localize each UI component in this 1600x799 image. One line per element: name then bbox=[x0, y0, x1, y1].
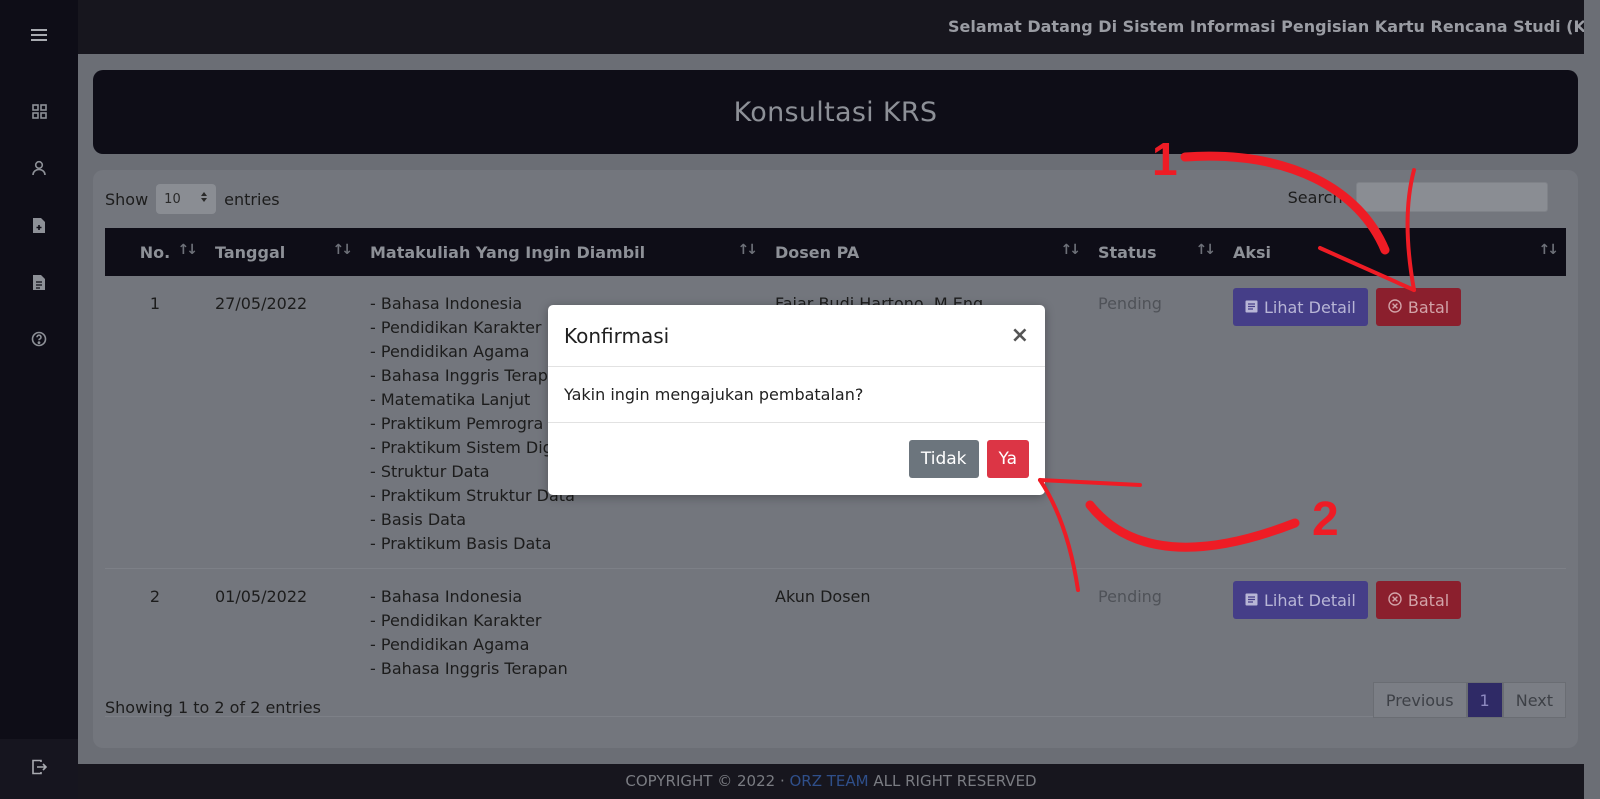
cell-status: Pending bbox=[1098, 587, 1162, 606]
col-header-dosen[interactable]: Dosen PA ↑↓ bbox=[765, 228, 1088, 276]
col-header-tanggal[interactable]: Tanggal ↑↓ bbox=[205, 228, 360, 276]
ya-button[interactable]: Ya bbox=[986, 440, 1029, 478]
close-icon[interactable]: × bbox=[1011, 323, 1029, 348]
pagination-previous[interactable]: Previous bbox=[1372, 682, 1467, 718]
page-header: Konsultasi KRS bbox=[93, 70, 1578, 154]
modal-header: Konfirmasi × bbox=[548, 305, 1045, 367]
entries-select[interactable]: 10 bbox=[156, 184, 217, 214]
sort-icon: ↑↓ bbox=[1195, 242, 1217, 258]
sort-icon: ↑↓ bbox=[737, 242, 759, 258]
document-icon bbox=[1245, 298, 1258, 317]
entries-select-value: 10 bbox=[164, 191, 181, 207]
logout-button[interactable] bbox=[0, 739, 78, 799]
entries-label: entries bbox=[224, 189, 280, 209]
search-input[interactable] bbox=[1356, 182, 1548, 212]
matakuliah-list: - Bahasa Indonesia - Pendidikan Karakter -… bbox=[370, 585, 755, 681]
document-icon[interactable] bbox=[29, 272, 49, 292]
table-row: 2 01/05/2022 - Bahasa Indonesia - Pendidi… bbox=[105, 569, 1566, 717]
cancel-circle-icon bbox=[1388, 591, 1402, 610]
modal-message: Yakin ingin mengajukan pembatalan? bbox=[548, 367, 1045, 423]
file-add-icon[interactable] bbox=[29, 215, 49, 235]
cancel-circle-icon bbox=[1388, 298, 1402, 317]
footer: COPYRIGHT © 2022 · ORZ TEAM ALL RIGHT RE… bbox=[78, 764, 1584, 799]
show-label: Show bbox=[105, 189, 149, 209]
modal-title: Konfirmasi bbox=[564, 323, 670, 348]
sidebar bbox=[0, 0, 78, 799]
table-header-row: No. ↑↓ Tanggal ↑↓ Matakuliah Yang Ingin Di… bbox=[105, 228, 1566, 276]
footer-team-link[interactable]: ORZ TEAM bbox=[789, 772, 868, 790]
top-bar: Selamat Datang Di Sistem Informasi Pengi… bbox=[78, 0, 1584, 54]
user-icon[interactable] bbox=[29, 158, 49, 178]
sort-icon: ↑↓ bbox=[1538, 242, 1560, 258]
matakuliah-item: - Pendidikan Agama bbox=[370, 635, 530, 654]
sort-icon: ↑↓ bbox=[1060, 242, 1082, 258]
pagination-page-1[interactable]: 1 bbox=[1466, 682, 1503, 718]
matakuliah-item: - Basis Data bbox=[370, 510, 467, 529]
col-header-status[interactable]: Status ↑↓ bbox=[1088, 228, 1223, 276]
matakuliah-item: - Pendidikan Karakter bbox=[370, 611, 542, 630]
menu-icon[interactable] bbox=[29, 25, 49, 45]
select-arrows-icon bbox=[200, 191, 208, 207]
sort-asc-icon: ↑↓ bbox=[177, 242, 199, 258]
confirm-modal: Konfirmasi × Yakin ingin mengajukan pemb… bbox=[548, 305, 1045, 495]
cell-matakuliah: - Bahasa Indonesia - Pendidikan Karakter -… bbox=[360, 569, 765, 717]
matakuliah-item: - Bahasa Indonesia bbox=[370, 587, 523, 606]
entries-length-control: Show 10 entries bbox=[105, 184, 280, 214]
col-header-aksi[interactable]: Aksi ↑↓ bbox=[1223, 228, 1566, 276]
batal-button[interactable]: Batal bbox=[1375, 288, 1462, 326]
cell-tanggal: 27/05/2022 bbox=[215, 294, 308, 313]
cell-aksi: Lihat Detail Batal bbox=[1223, 276, 1566, 569]
dashboard-icon[interactable] bbox=[29, 101, 49, 121]
search-control: Search: bbox=[1288, 182, 1548, 212]
cell-status: Pending bbox=[1098, 294, 1162, 313]
sort-icon: ↑↓ bbox=[332, 242, 354, 258]
pagination: Previous 1 Next bbox=[1372, 682, 1566, 718]
table-info: Showing 1 to 2 of 2 entries bbox=[105, 698, 321, 717]
footer-copyright: COPYRIGHT © 2022 · bbox=[625, 772, 790, 790]
lihat-detail-button[interactable]: Lihat Detail bbox=[1233, 288, 1368, 326]
page-scrollbar[interactable] bbox=[1584, 0, 1600, 799]
welcome-marquee: Selamat Datang Di Sistem Informasi Pengi… bbox=[948, 17, 1584, 36]
cell-no: 1 bbox=[149, 294, 161, 313]
matakuliah-item: - Praktikum Basis Data bbox=[370, 534, 552, 553]
logout-icon bbox=[31, 759, 48, 779]
page-title: Konsultasi KRS bbox=[733, 96, 938, 128]
cell-tanggal: 01/05/2022 bbox=[215, 587, 308, 606]
help-icon[interactable] bbox=[29, 329, 49, 349]
col-header-no[interactable]: No. ↑↓ bbox=[105, 228, 205, 276]
pagination-next[interactable]: Next bbox=[1502, 682, 1566, 718]
batal-button[interactable]: Batal bbox=[1375, 581, 1462, 619]
lihat-detail-button[interactable]: Lihat Detail bbox=[1233, 581, 1368, 619]
matakuliah-item: - Bahasa Inggris Terapan bbox=[370, 659, 568, 678]
document-icon bbox=[1245, 591, 1258, 610]
search-label: Search: bbox=[1287, 187, 1348, 207]
tidak-button[interactable]: Tidak bbox=[908, 440, 979, 478]
footer-rights: ALL RIGHT RESERVED bbox=[868, 772, 1037, 790]
cell-dosen: Akun Dosen bbox=[775, 587, 871, 606]
modal-footer: Tidak Ya bbox=[548, 423, 1045, 495]
cell-no: 2 bbox=[149, 587, 161, 606]
col-header-matakuliah[interactable]: Matakuliah Yang Ingin Diambil ↑↓ bbox=[360, 228, 765, 276]
